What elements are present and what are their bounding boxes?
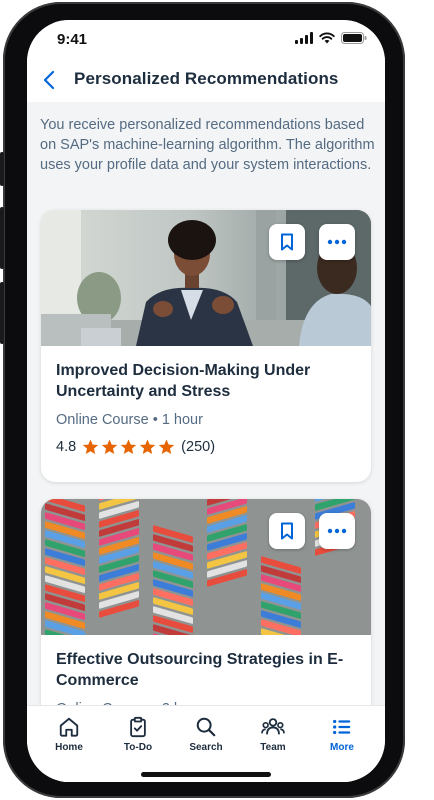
star-icon: [83, 439, 99, 455]
bookmark-icon: [281, 233, 293, 251]
wifi-icon: [319, 32, 335, 44]
nav-header: Personalized Recommendations: [27, 60, 385, 102]
search-icon: [196, 717, 216, 737]
course-title: Improved Decision-Making Under Uncertain…: [56, 362, 311, 400]
battery-icon: [341, 32, 367, 44]
tab-more[interactable]: More: [312, 716, 372, 753]
status-icons: [295, 32, 367, 44]
status-time: 9:41: [57, 31, 88, 48]
home-icon: [59, 717, 79, 737]
tab-todo[interactable]: To-Do: [108, 716, 168, 753]
tab-bar: Home To-Do Search Team More: [27, 705, 385, 782]
list-icon: [333, 719, 351, 735]
back-button[interactable]: [41, 68, 61, 92]
rating-stars: [82, 439, 175, 455]
intro-text: You receive personalized recommendations…: [40, 117, 375, 173]
bookmark-button[interactable]: [269, 224, 305, 260]
star-icon: [121, 439, 137, 455]
review-count: (250): [181, 439, 216, 455]
tab-home[interactable]: Home: [39, 716, 99, 753]
screen: 9:41 Personalized Recommendations You re…: [27, 20, 385, 782]
more-horizontal-icon: [327, 528, 347, 534]
volume-down-button: [0, 282, 4, 344]
course-card[interactable]: Improved Decision-Making Under Uncertain…: [41, 210, 371, 482]
status-bar: 9:41: [27, 20, 385, 60]
tab-label: To-Do: [123, 742, 153, 753]
tab-team[interactable]: Team: [243, 716, 303, 753]
tab-search[interactable]: Search: [176, 716, 236, 753]
home-indicator: [141, 772, 271, 777]
course-title: Effective Outsourcing Strategies in E-Co…: [56, 651, 344, 689]
page-title: Personalized Recommendations: [74, 69, 339, 88]
star-icon: [102, 439, 118, 455]
tab-label: Home: [55, 742, 83, 753]
tab-label: Search: [189, 742, 223, 753]
more-options-button[interactable]: [319, 224, 355, 260]
signal-icon: [295, 32, 313, 44]
star-icon: [140, 439, 156, 455]
phone-frame: 9:41 Personalized Recommendations You re…: [0, 2, 405, 798]
more-horizontal-icon: [327, 239, 347, 245]
more-options-button[interactable]: [319, 513, 355, 549]
volume-up-button: [0, 207, 4, 269]
tab-label: Team: [260, 742, 286, 753]
tab-label: More: [330, 742, 354, 753]
bookmark-button[interactable]: [269, 513, 305, 549]
bookmark-icon: [281, 522, 293, 540]
chevron-left-icon: [43, 70, 55, 90]
clipboard-icon: [130, 716, 146, 738]
mute-switch: [0, 152, 4, 186]
star-icon: [159, 439, 175, 455]
team-icon: [261, 718, 285, 735]
course-rating: 4.8 (250): [56, 439, 215, 455]
course-meta: Online Course • 1 hour: [56, 412, 203, 428]
rating-value: 4.8: [56, 439, 77, 455]
